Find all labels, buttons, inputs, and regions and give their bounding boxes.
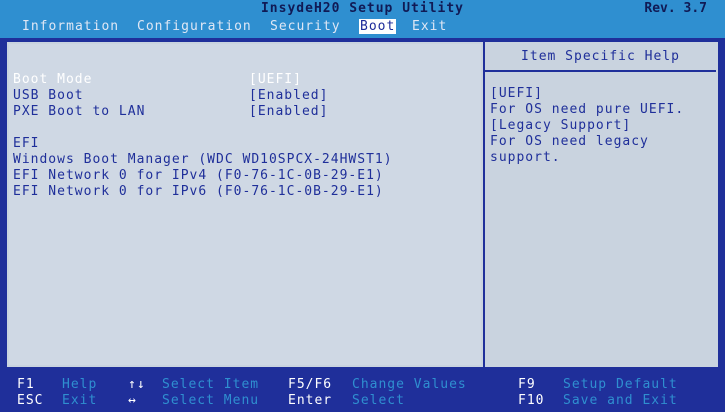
help-line: For OS need pure UEFI. [490,102,685,117]
title-bar: InsydeH20 Setup Utility Rev. 3.7 [0,0,725,18]
help-line: For OS need legacy [490,134,649,149]
key-left-right-arrows: ↔ [128,393,137,408]
key-desc: Help [62,377,98,392]
tab-boot[interactable]: Boot [359,19,397,34]
revision-label: Rev. 3.7 [644,1,707,16]
help-line: support. [490,150,561,165]
help-line: [Legacy Support] [490,118,632,133]
help-title: Item Specific Help [485,44,716,72]
setting-label: USB Boot [13,88,84,103]
setting-value[interactable]: [UEFI] [249,72,302,88]
boot-entry-label: EFI Network 0 for IPv4 (F0-76-1C-0B-29-E… [13,168,384,183]
key-desc: Select Item [162,377,260,392]
setting-value[interactable]: [Enabled] [249,104,328,120]
key-f5-f6: F5/F6 [288,377,333,392]
key-desc: Select [352,393,405,408]
key-f10: F10 [518,393,545,408]
key-esc: ESC [17,393,44,408]
tab-security[interactable]: Security [270,19,341,34]
tab-configuration[interactable]: Configuration [137,19,252,34]
setting-label: PXE Boot to LAN [13,104,146,119]
key-desc: Save and Exit [563,393,678,408]
key-desc: Setup Default [563,377,678,392]
app-title: InsydeH20 Setup Utility [260,1,464,16]
section-label: EFI [13,136,40,151]
menu-bar: Information Configuration Security Boot … [0,18,725,38]
help-line: [UEFI] [490,86,543,101]
key-up-down-arrows: ↑↓ [128,377,146,392]
key-desc: Change Values [352,377,467,392]
key-f9: F9 [518,377,536,392]
key-enter: Enter [288,393,333,408]
boot-entry-label: Windows Boot Manager (WDC WD10SPCX-24HWS… [13,152,393,167]
help-text: [UEFI] For OS need pure UEFI. [Legacy Su… [490,86,714,166]
main-panel: Boot Mode [UEFI] USB Boot [Enabled] PXE … [5,40,720,369]
tab-information[interactable]: Information [22,19,119,34]
tab-exit[interactable]: Exit [412,19,447,34]
boot-settings-pane: Boot Mode [UEFI] USB Boot [Enabled] PXE … [9,44,481,365]
key-f1: F1 [17,377,35,392]
setting-label: Boot Mode [13,72,93,87]
pane-divider [483,42,485,367]
key-desc: Exit [62,393,98,408]
key-desc: Select Menu [162,393,260,408]
boot-entry-label: EFI Network 0 for IPv6 (F0-76-1C-0B-29-E… [13,184,384,199]
footer-keys: F1 Help ESC Exit ↑↓ Select Item ↔ Select… [0,371,725,412]
setting-value[interactable]: [Enabled] [249,88,328,104]
